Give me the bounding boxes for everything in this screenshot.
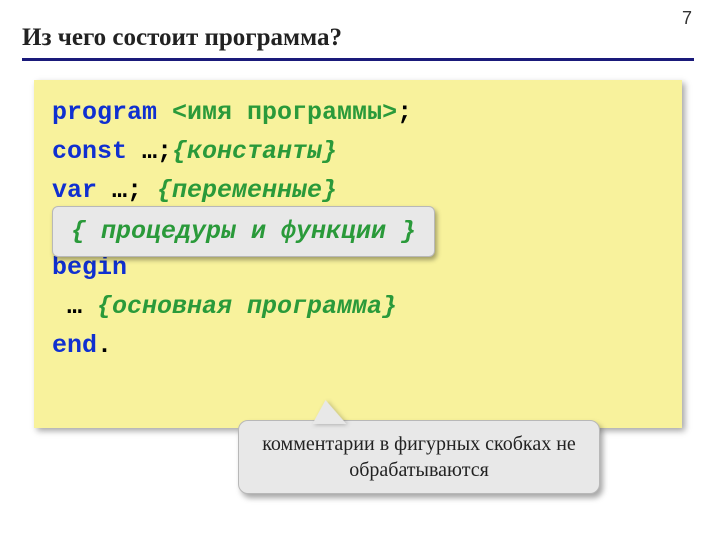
- keyword-var: var: [52, 176, 112, 205]
- program-name-placeholder: <имя программы>: [172, 98, 397, 127]
- code-line-main: … {основная программа}: [52, 288, 664, 327]
- main-body: …: [52, 292, 97, 321]
- callout-procedures: { процедуры и функции }: [52, 206, 435, 257]
- keyword-program: program: [52, 98, 172, 127]
- code-line-end: end.: [52, 327, 664, 366]
- title-underline: [22, 58, 694, 61]
- comment-constants: {константы}: [172, 137, 337, 166]
- code-line-var: var …; {переменные}: [52, 172, 664, 211]
- code-line-program: program <имя программы>;: [52, 94, 664, 133]
- page-number: 7: [682, 8, 692, 29]
- callout-tail: [312, 400, 351, 424]
- code-line-const: const …;{константы}: [52, 133, 664, 172]
- callout-comments: комментарии в фигурных скобках не обраба…: [238, 420, 600, 494]
- semicolon: ;: [397, 98, 412, 127]
- keyword-const: const: [52, 137, 142, 166]
- var-body: …;: [112, 176, 157, 205]
- comment-main-program: {основная программа}: [97, 292, 397, 321]
- slide-title: Из чего состоит программа?: [22, 24, 342, 52]
- end-dot: .: [97, 331, 112, 360]
- comment-variables: {переменные}: [157, 176, 337, 205]
- keyword-begin: begin: [52, 253, 127, 282]
- keyword-end: end: [52, 331, 97, 360]
- const-body: …;: [142, 137, 172, 166]
